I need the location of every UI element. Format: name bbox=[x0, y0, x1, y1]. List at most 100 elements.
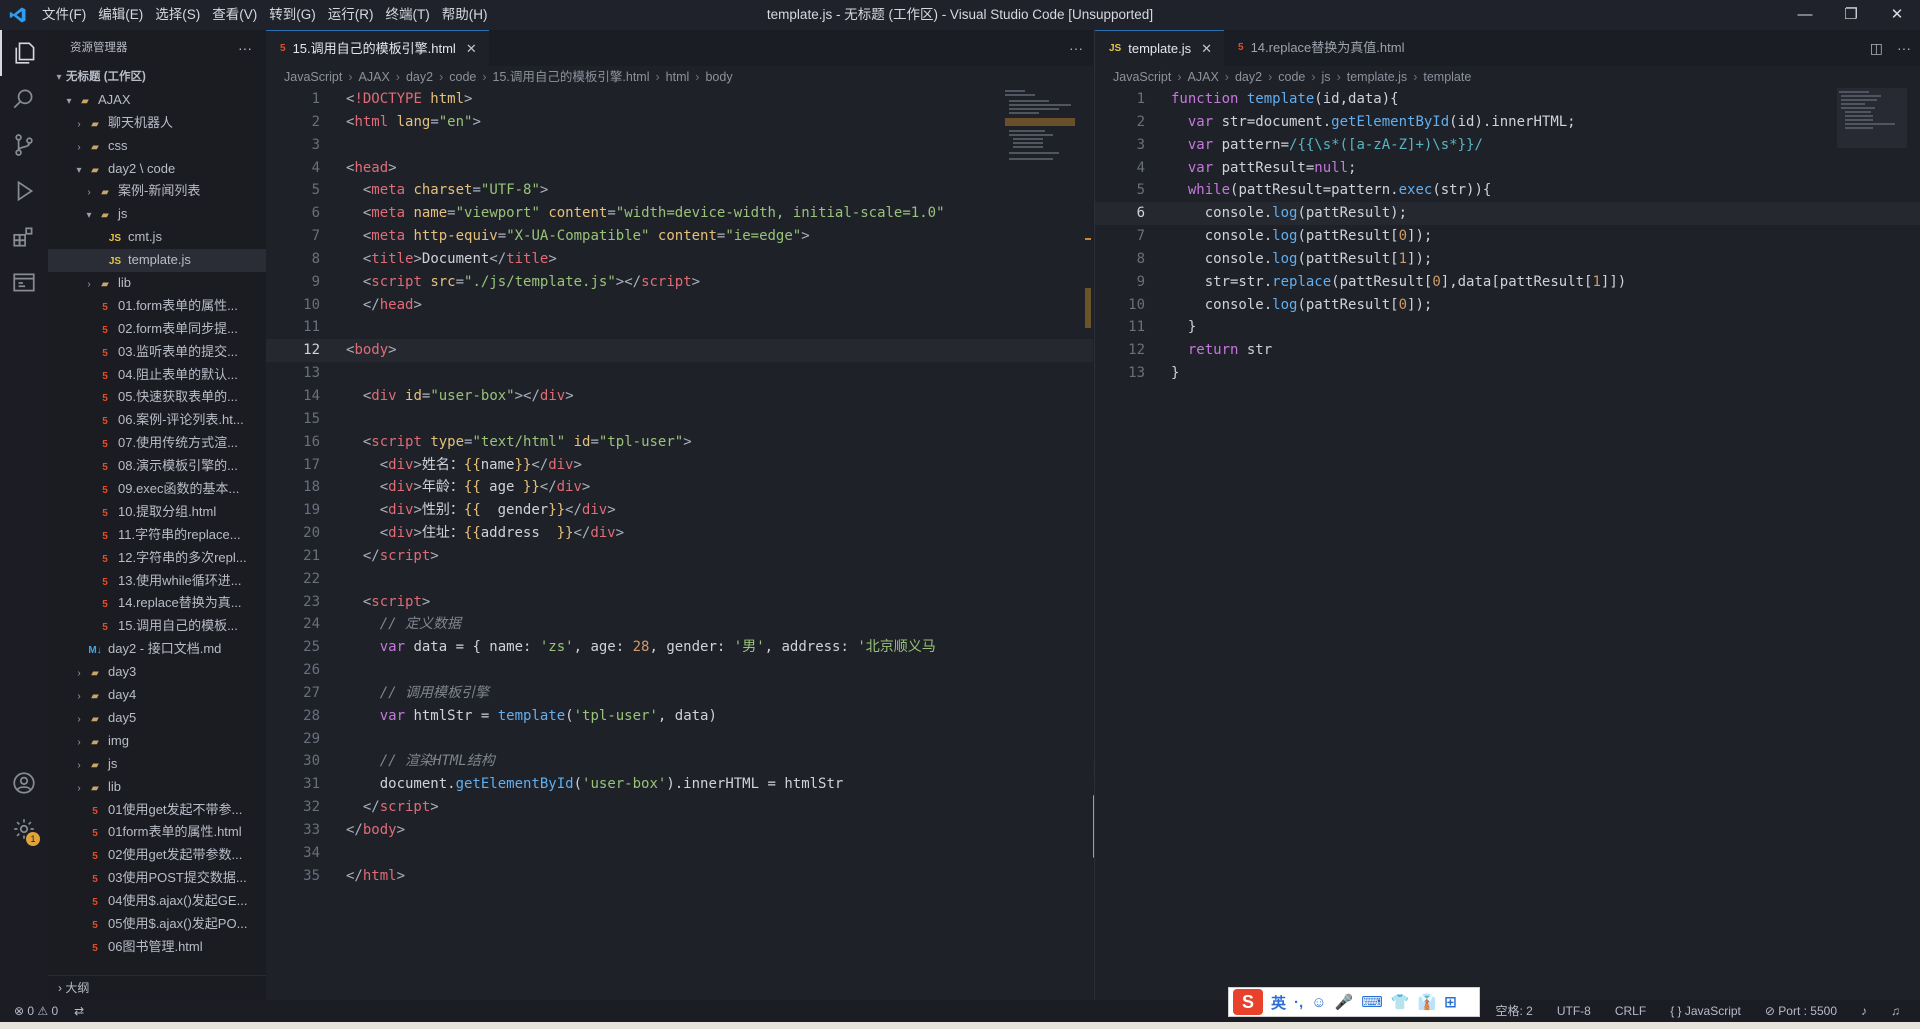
code-line[interactable]: 4 var pattResult=null; bbox=[1095, 157, 1920, 180]
ime-punctuation-icon[interactable]: ·, bbox=[1294, 994, 1303, 1011]
extensions-icon[interactable] bbox=[0, 214, 48, 260]
code-line[interactable]: 8 console.log(pattResult[1]); bbox=[1095, 248, 1920, 271]
explorer-icon[interactable] bbox=[0, 30, 50, 76]
file-item[interactable]: 5 10.提取分组.html bbox=[48, 501, 266, 524]
code-line[interactable]: 33 </body> bbox=[266, 819, 1093, 842]
menu-item[interactable]: 转到(G) bbox=[263, 0, 322, 30]
code-line[interactable]: 22 bbox=[266, 568, 1093, 591]
file-item[interactable]: 5 06图书管理.html bbox=[48, 936, 266, 959]
menu-item[interactable]: 编辑(E) bbox=[92, 0, 149, 30]
code-line[interactable]: 10 </head> bbox=[266, 294, 1093, 317]
breadcrumb-item[interactable]: body bbox=[705, 70, 732, 84]
menu-item[interactable]: 查看(V) bbox=[206, 0, 263, 30]
code-line[interactable]: 29 bbox=[266, 728, 1093, 751]
code-line[interactable]: 13 bbox=[266, 362, 1093, 385]
code-line[interactable]: 27 // 调用模板引擎 bbox=[266, 682, 1093, 705]
notifications-icon[interactable]: ♫ bbox=[1891, 1000, 1900, 1022]
breadcrumb-item[interactable]: js bbox=[1322, 70, 1331, 84]
code-line[interactable]: 17 <div>姓名：{{name}}</div> bbox=[266, 454, 1093, 477]
code-line[interactable]: 28 var htmlStr = template('tpl-user', da… bbox=[266, 705, 1093, 728]
breadcrumb-item[interactable]: AJAX bbox=[359, 70, 390, 84]
folder-item[interactable]: ▾ ▰ AJAX bbox=[48, 89, 266, 112]
file-item[interactable]: 5 13.使用while循环进... bbox=[48, 570, 266, 593]
run-debug-icon[interactable] bbox=[0, 168, 48, 214]
code-line[interactable]: 6 console.log(pattResult); bbox=[1095, 202, 1920, 226]
file-item[interactable]: 5 01使用get发起不带参... bbox=[48, 799, 266, 822]
explorer-more-button[interactable]: ··· bbox=[238, 30, 252, 66]
code-line[interactable]: 5 while(pattResult=pattern.exec(str)){ bbox=[1095, 179, 1920, 202]
code-line[interactable]: 6 <meta name="viewport" content="width=d… bbox=[266, 202, 1093, 225]
breadcrumb-item[interactable]: day2 bbox=[1235, 70, 1262, 84]
settings-gear-icon[interactable]: 1 bbox=[0, 806, 48, 852]
code-line[interactable]: 15 bbox=[266, 408, 1093, 431]
restore-button[interactable]: ❐ bbox=[1828, 0, 1874, 30]
encoding-status[interactable]: UTF-8 bbox=[1557, 1000, 1591, 1022]
file-item[interactable]: JS cmt.js bbox=[48, 226, 266, 249]
breadcrumb-item[interactable]: day2 bbox=[406, 70, 433, 84]
code-line[interactable]: 34 bbox=[266, 842, 1093, 865]
ime-menu-icon[interactable]: ⊞ bbox=[1444, 993, 1457, 1011]
language-mode-status[interactable]: { } JavaScript bbox=[1670, 1000, 1741, 1022]
folder-item[interactable]: ▾ ▰ day2 \ code bbox=[48, 158, 266, 181]
file-item[interactable]: 5 05.快速获取表单的... bbox=[48, 386, 266, 409]
code-line[interactable]: 2 var str=document.getElementById(id).in… bbox=[1095, 111, 1920, 134]
code-line[interactable]: 11 bbox=[266, 316, 1093, 339]
split-editor-icon[interactable]: ◫ bbox=[1870, 30, 1883, 66]
folder-item[interactable]: › ▰ lib bbox=[48, 776, 266, 799]
more-actions-icon[interactable]: ··· bbox=[1897, 30, 1911, 66]
file-item[interactable]: 5 07.使用传统方式渲... bbox=[48, 432, 266, 455]
code-line[interactable]: 13} bbox=[1095, 362, 1920, 385]
folder-item[interactable]: ▾ ▰ js bbox=[48, 203, 266, 226]
file-item[interactable]: 5 01.form表单的属性... bbox=[48, 295, 266, 318]
code-line[interactable]: 2 <html lang="en"> bbox=[266, 111, 1093, 134]
breadcrumb-item[interactable]: template.js bbox=[1347, 70, 1407, 84]
workspace-root[interactable]: ▾ 无标题 (工作区) bbox=[48, 66, 266, 89]
file-item[interactable]: 5 04.阻止表单的默认... bbox=[48, 364, 266, 387]
code-line[interactable]: 1 <!DOCTYPE html> bbox=[266, 88, 1093, 111]
code-line[interactable]: 12 return str bbox=[1095, 339, 1920, 362]
menu-item[interactable]: 帮助(H) bbox=[436, 0, 494, 30]
feedback-icon[interactable]: ♪ bbox=[1861, 1000, 1867, 1022]
code-line[interactable]: 18 <div>年龄：{{ age }}</div> bbox=[266, 476, 1093, 499]
code-line[interactable]: 5 <meta charset="UTF-8"> bbox=[266, 179, 1093, 202]
folder-item[interactable]: › ▰ js bbox=[48, 753, 266, 776]
more-actions-icon[interactable]: ··· bbox=[1069, 30, 1083, 66]
file-item[interactable]: 5 04使用$.ajax()发起GE... bbox=[48, 890, 266, 913]
problems-status[interactable]: ⊗ 0 ⚠ 0 bbox=[14, 1000, 58, 1022]
file-item[interactable]: 5 12.字符串的多次repl... bbox=[48, 547, 266, 570]
code-line[interactable]: 10 console.log(pattResult[0]); bbox=[1095, 294, 1920, 317]
file-item[interactable]: 5 02使用get发起带参数... bbox=[48, 844, 266, 867]
editor-tab[interactable]: JS template.js ✕ bbox=[1095, 30, 1225, 67]
folder-item[interactable]: › ▰ day5 bbox=[48, 707, 266, 730]
editor-tab[interactable]: 5 15.调用自己的模板引擎.html ✕ bbox=[266, 30, 489, 67]
source-control-icon[interactable] bbox=[0, 122, 48, 168]
code-line[interactable]: 4 <head> bbox=[266, 157, 1093, 180]
code-line[interactable]: 3 bbox=[266, 134, 1093, 157]
search-icon[interactable] bbox=[0, 76, 48, 122]
file-item[interactable]: 5 01form表单的属性.html bbox=[48, 821, 266, 844]
folder-item[interactable]: › ▰ 案例-新闻列表 bbox=[48, 180, 266, 203]
menu-item[interactable]: 运行(R) bbox=[322, 0, 380, 30]
file-item[interactable]: 5 08.演示模板引擎的... bbox=[48, 455, 266, 478]
breadcrumb-item[interactable]: code bbox=[449, 70, 476, 84]
breadcrumb-item[interactable]: template bbox=[1423, 70, 1471, 84]
file-item[interactable]: M↓ day2 - 接口文档.md bbox=[48, 638, 266, 661]
code-line[interactable]: 21 </script> bbox=[266, 545, 1093, 568]
editor-tab[interactable]: 5 14.replace替换为真值.html bbox=[1224, 30, 1426, 66]
breadcrumb-item[interactable]: code bbox=[1278, 70, 1305, 84]
file-item[interactable]: JS template.js bbox=[48, 249, 266, 273]
file-item[interactable]: 5 03使用POST提交数据... bbox=[48, 867, 266, 890]
file-item[interactable]: 5 09.exec函数的基本... bbox=[48, 478, 266, 501]
close-tab-icon[interactable]: ✕ bbox=[466, 31, 477, 67]
outline-section[interactable]: › 大纲 bbox=[48, 975, 266, 1000]
breadcrumb-item[interactable]: AJAX bbox=[1188, 70, 1219, 84]
code-editor-right[interactable]: 1 function template(id,data){2 var str=do… bbox=[1095, 88, 1920, 1000]
breadcrumb-item[interactable]: JavaScript bbox=[1113, 70, 1171, 84]
ime-emoji-icon[interactable]: ☺ bbox=[1311, 994, 1326, 1011]
code-line[interactable]: 24 // 定义数据 bbox=[266, 613, 1093, 636]
close-tab-icon[interactable]: ✕ bbox=[1201, 31, 1212, 67]
ime-language-toggle[interactable]: 英 bbox=[1271, 992, 1286, 1013]
code-line[interactable]: 32 </script> bbox=[266, 796, 1093, 819]
code-line[interactable]: 20 <div>住址：{{address }}</div> bbox=[266, 522, 1093, 545]
code-line[interactable]: 16 <script type="text/html" id="tpl-user… bbox=[266, 431, 1093, 454]
